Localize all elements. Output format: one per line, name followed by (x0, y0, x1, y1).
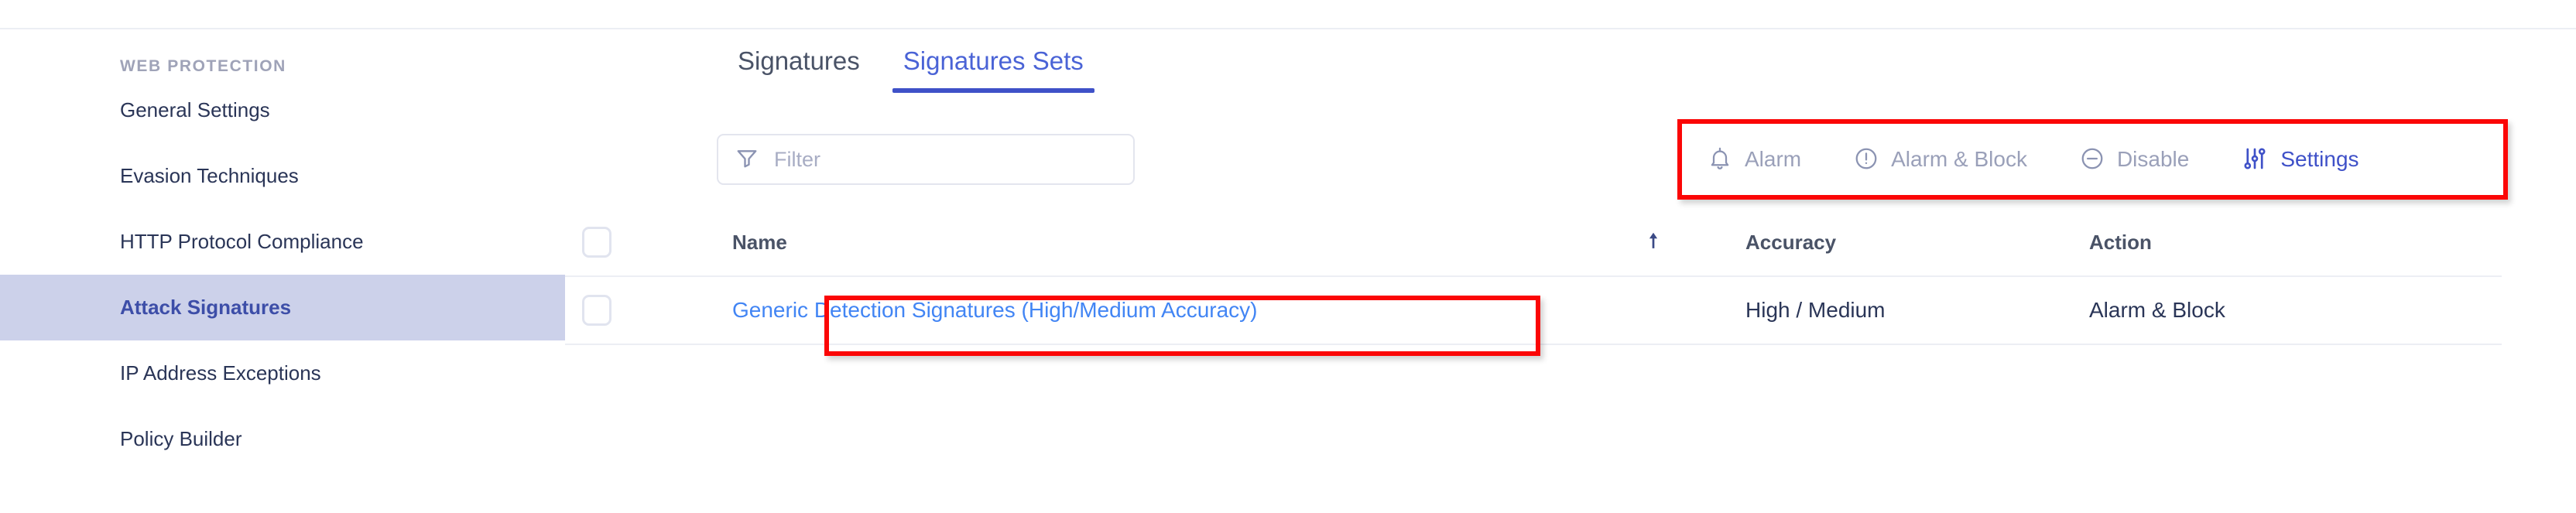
tab-label: Signatures (738, 46, 860, 75)
row-action-value: Alarm & Block (2089, 298, 2225, 322)
alarm-button-label: Alarm (1745, 147, 1802, 171)
sliders-icon (2242, 145, 2268, 174)
table-header-row: Name Accuracy Action (565, 209, 2502, 277)
filter-field[interactable] (717, 134, 1135, 185)
tab-signatures[interactable]: Signatures (716, 39, 882, 93)
alarm-button[interactable]: Alarm (1681, 139, 1828, 181)
sidebar-item-policy-builder[interactable]: Policy Builder (0, 406, 565, 472)
page-body: WEB PROTECTION General Settings Evasion … (0, 31, 2576, 513)
column-header-action[interactable]: Action (2057, 231, 2490, 255)
tab-label: Signatures Sets (903, 46, 1084, 75)
select-all-cell (565, 227, 683, 258)
sort-indicator-cell[interactable] (1615, 231, 1708, 254)
funnel-icon (735, 146, 759, 173)
settings-button-label: Settings (2280, 147, 2359, 171)
row-name-cell: Generic Detection Signatures (High/Mediu… (683, 298, 1615, 323)
sidebar-item-evasion-techniques[interactable]: Evasion Techniques (0, 143, 565, 209)
filter-input[interactable] (774, 147, 1116, 172)
sidebar-item-ip-address-exceptions[interactable]: IP Address Exceptions (0, 340, 565, 406)
window-top-divider (0, 0, 2576, 29)
sidebar-item-attack-signatures[interactable]: Attack Signatures (0, 275, 565, 340)
row-select-cell (565, 295, 683, 326)
sidebar-navigation: WEB PROTECTION General Settings Evasion … (0, 31, 565, 513)
sidebar-section-heading: WEB PROTECTION (120, 57, 286, 75)
sidebar-item-label: Evasion Techniques (120, 164, 299, 187)
column-header-accuracy-label: Accuracy (1745, 230, 1837, 254)
minus-circle-icon (2080, 146, 2105, 173)
sidebar-item-label: General Settings (120, 98, 270, 121)
sidebar-item-list: General Settings Evasion Techniques HTTP… (0, 77, 565, 472)
settings-button[interactable]: Settings (2215, 138, 2385, 182)
sidebar-item-http-protocol-compliance[interactable]: HTTP Protocol Compliance (0, 209, 565, 275)
tab-bar: Signatures Signatures Sets (716, 39, 1105, 93)
exclamation-circle-icon (1854, 146, 1879, 173)
table-row[interactable]: Generic Detection Signatures (High/Mediu… (565, 277, 2502, 345)
signature-set-link[interactable]: Generic Detection Signatures (High/Mediu… (732, 298, 1258, 323)
sidebar-item-label: Policy Builder (120, 427, 242, 450)
column-header-name-label: Name (732, 230, 787, 254)
sidebar-item-label: IP Address Exceptions (120, 361, 321, 385)
sidebar-item-general-settings[interactable]: General Settings (0, 77, 565, 143)
row-accuracy-cell: High / Medium (1708, 298, 2057, 323)
main-content: Signatures Signatures Sets Filter Alarm … (565, 31, 2576, 513)
column-header-action-label: Action (2089, 230, 2152, 254)
column-header-name[interactable]: Name (683, 231, 1615, 255)
row-select-checkbox[interactable] (582, 295, 611, 326)
row-accuracy-value: High / Medium (1745, 298, 1886, 322)
alarm-and-block-button[interactable]: Alarm & Block (1828, 139, 2054, 181)
tab-signatures-sets[interactable]: Signatures Sets (882, 39, 1105, 93)
row-actions-toolbar: Alarm Alarm & Block Disable Settings (1681, 128, 2386, 190)
row-action-cell: Alarm & Block (2057, 298, 2490, 323)
sort-arrow-up-icon (1646, 231, 1660, 254)
column-header-accuracy[interactable]: Accuracy (1708, 231, 2057, 255)
signature-sets-table: Name Accuracy Action Generic Detection S… (565, 209, 2502, 345)
select-all-checkbox[interactable] (582, 227, 611, 258)
alarm-and-block-button-label: Alarm & Block (1891, 147, 2027, 171)
disable-button[interactable]: Disable (2054, 139, 2215, 181)
sidebar-item-label: Attack Signatures (120, 296, 292, 319)
disable-button-label: Disable (2116, 147, 2190, 171)
sidebar-item-label: HTTP Protocol Compliance (120, 230, 364, 253)
bell-icon (1708, 146, 1732, 173)
